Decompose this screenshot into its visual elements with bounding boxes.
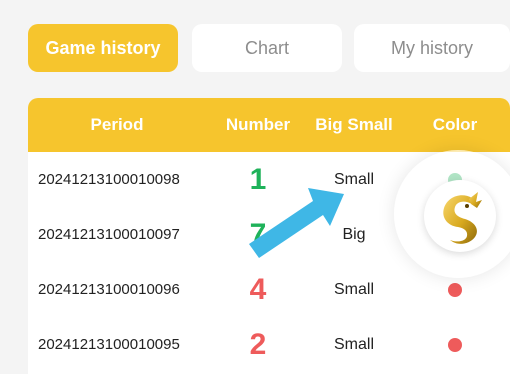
number-value: 4 <box>249 272 267 306</box>
period-value: 20241213100010096 <box>38 281 180 298</box>
tab-my-history[interactable]: My history <box>354 24 510 72</box>
period-value: 20241213100010095 <box>38 336 180 353</box>
color-cell <box>420 317 490 372</box>
number-value: 2 <box>249 327 267 361</box>
period-value: 20241213100010097 <box>38 226 180 243</box>
header-big-small: Big Small <box>315 115 393 134</box>
color-dot <box>448 282 462 297</box>
dragon-logo-graphic <box>429 185 491 247</box>
tab-game-history[interactable]: Game history <box>28 24 178 72</box>
floating-logo-button[interactable] <box>394 150 510 278</box>
table-row: 20241213100010095 2 Small <box>28 317 510 372</box>
header-color: Color <box>432 115 478 134</box>
period-value: 20241213100010098 <box>38 171 180 188</box>
tab-chart[interactable]: Chart <box>192 24 342 72</box>
big-small-value: Small <box>333 335 374 353</box>
arrow-icon <box>249 188 344 258</box>
header-period: Period <box>90 115 144 134</box>
history-tabs: Game history Chart My history <box>28 24 510 72</box>
big-small-value: Small <box>333 280 374 298</box>
header-number: Number <box>225 115 291 134</box>
table-header: Period Number Big Small Color <box>28 98 510 152</box>
color-dot <box>448 337 462 352</box>
dragon-logo-icon <box>424 180 496 252</box>
